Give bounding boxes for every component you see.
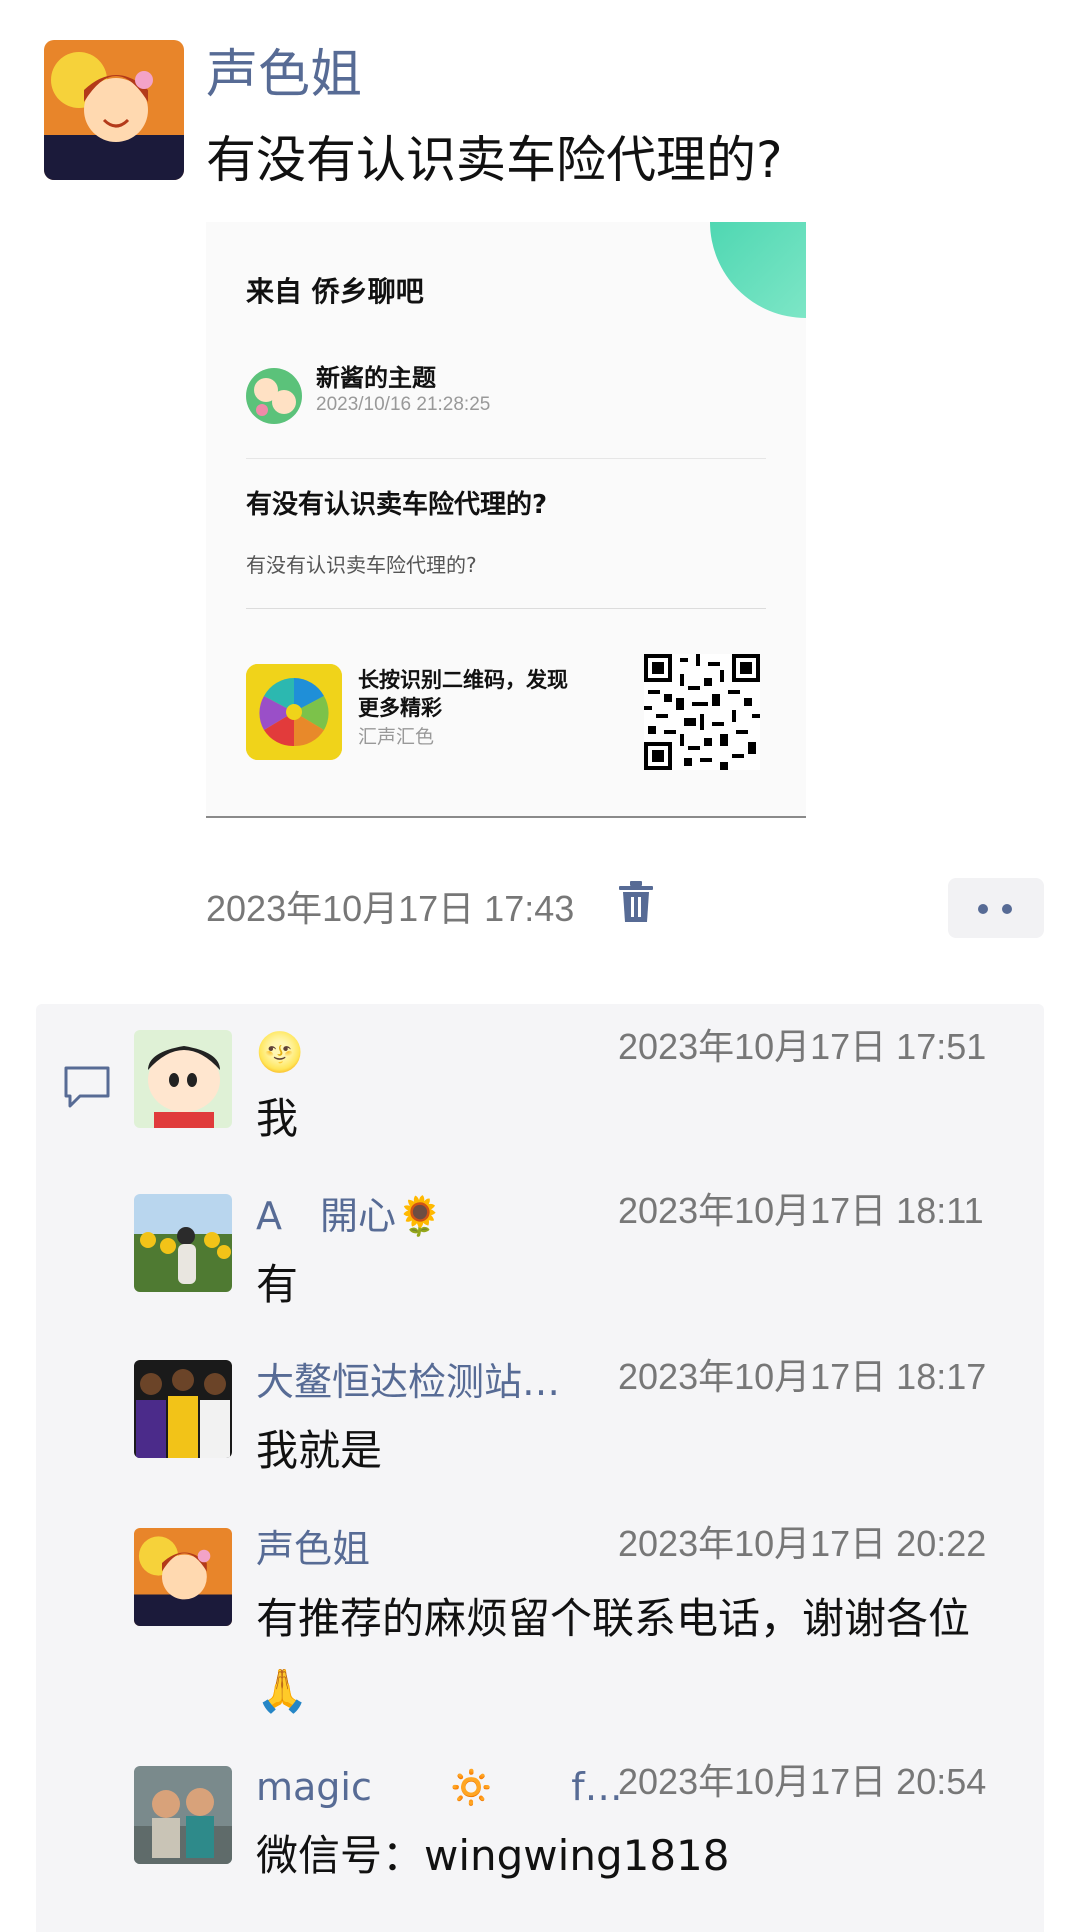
commenter-avatar[interactable]: [134, 1194, 232, 1292]
topic-time: 2023/10/16 21:28:25: [316, 394, 491, 415]
app-logo: [246, 664, 342, 760]
comment-text: 我: [256, 1094, 299, 1143]
post-author-avatar[interactable]: [44, 40, 184, 180]
card-title: 有没有认识卖车险代理的?: [246, 490, 548, 520]
share-card[interactable]: 来自 侨乡聊吧 新酱的主题 2023/10/16 21:28:25 有没有认识卖…: [206, 222, 806, 818]
comment-text: 我就是: [256, 1426, 383, 1475]
card-divider: [246, 608, 766, 609]
comment-time: 2023年10月17日 20:22: [618, 1523, 987, 1564]
card-subtitle: 有没有认识卖车险代理的?: [246, 553, 477, 577]
commenter-name[interactable]: 大鳌恒达检测站…: [256, 1357, 560, 1407]
card-divider: [246, 458, 766, 459]
topic-author-avatar: [246, 368, 302, 424]
commenter-avatar[interactable]: [134, 1360, 232, 1458]
post-time: 2023年10月17日 17:43: [206, 888, 575, 929]
qr-hint: 长按识别二维码，发现更多精彩: [358, 668, 568, 720]
comment-text: 微信号：wingwing1818: [256, 1831, 730, 1880]
comment-icon: [62, 1064, 112, 1110]
comment-time: 2023年10月17日 20:54: [618, 1761, 987, 1802]
post-author-name[interactable]: 声色姐: [206, 40, 362, 110]
comment-time: 2023年10月17日 18:11: [618, 1190, 984, 1231]
comment-text: 有推荐的麻烦留个联系电话，谢谢各位🙏: [256, 1594, 971, 1715]
qr-code-icon: [644, 654, 760, 770]
more-icon: [978, 904, 988, 914]
commenter-name[interactable]: magic 🔅 f…: [256, 1762, 623, 1812]
comment-time: 2023年10月17日 17:51: [618, 1026, 987, 1067]
card-source: 来自 侨乡聊吧: [246, 275, 424, 308]
comment-text: 有: [256, 1260, 299, 1309]
commenter-avatar[interactable]: [134, 1766, 232, 1864]
commenter-avatar[interactable]: [134, 1528, 232, 1626]
card-corner-decoration: [710, 222, 806, 318]
commenter-name[interactable]: 🌝: [256, 1027, 303, 1077]
post-text: 有没有认识卖车险代理的?: [206, 131, 783, 189]
commenter-avatar[interactable]: [134, 1030, 232, 1128]
commenter-name[interactable]: 声色姐: [256, 1524, 370, 1574]
app-name: 汇声汇色: [358, 726, 435, 748]
comment-time: 2023年10月17日 18:17: [618, 1356, 987, 1397]
commenter-name[interactable]: A 開心🌻: [256, 1191, 443, 1241]
more-button[interactable]: [948, 878, 1044, 938]
topic-author: 新酱的主题: [316, 364, 436, 392]
delete-icon[interactable]: [616, 880, 656, 924]
